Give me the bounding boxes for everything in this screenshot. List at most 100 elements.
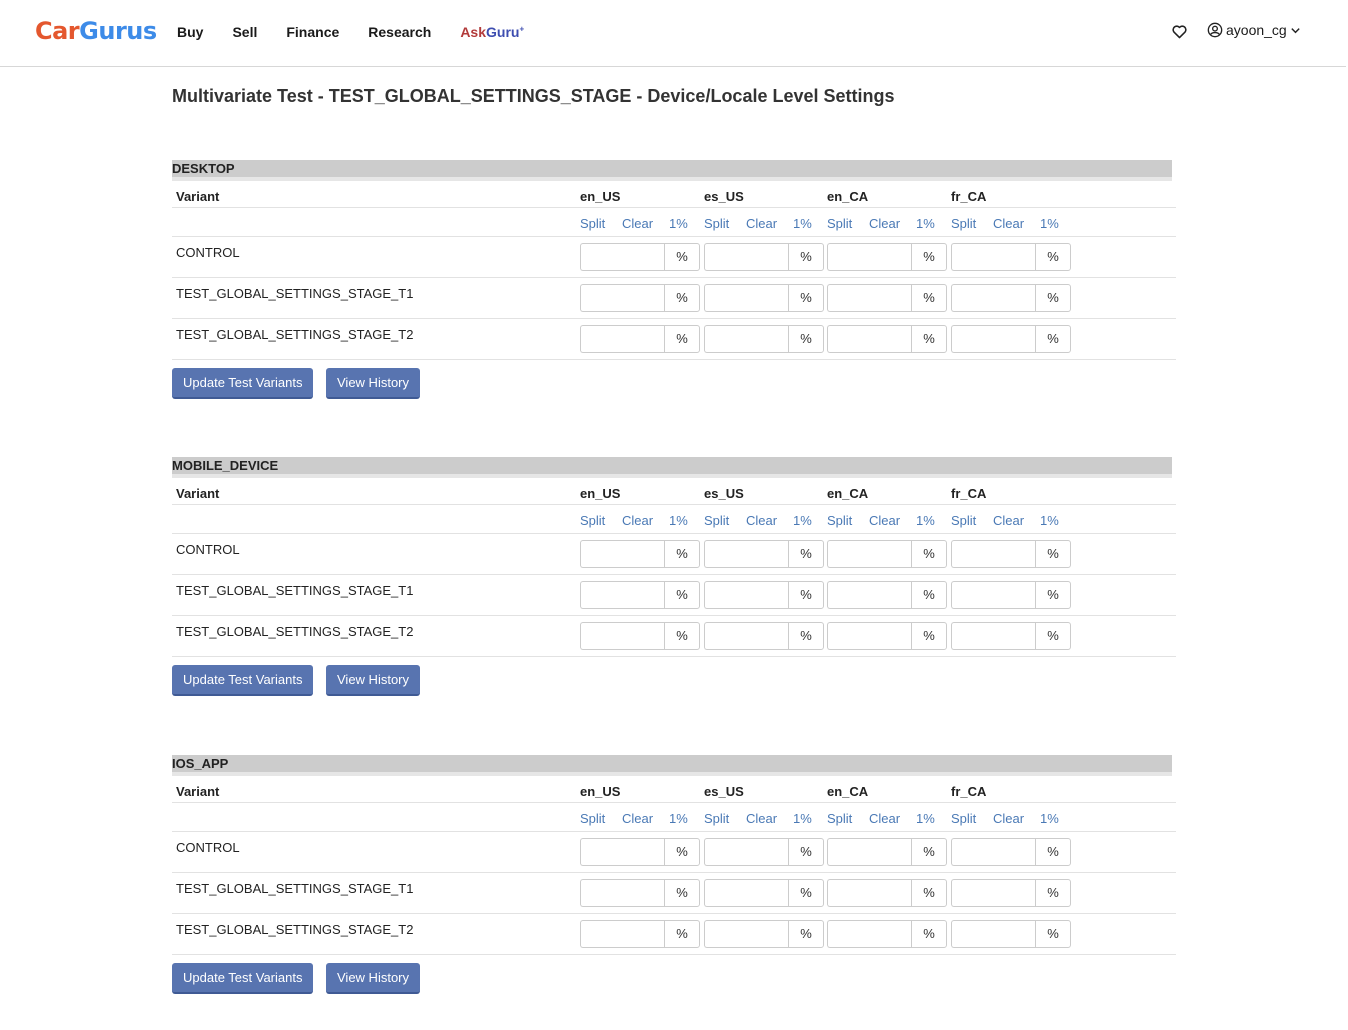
percent-input-es-us[interactable] <box>704 243 788 271</box>
nav-research[interactable]: Research <box>368 24 431 40</box>
nav-ask-guru[interactable]: AskGuru+ <box>460 24 524 40</box>
clear-link-en-us[interactable]: Clear <box>622 513 653 528</box>
one-percent-link-es-us[interactable]: 1% <box>793 513 812 528</box>
nav-finance[interactable]: Finance <box>286 24 339 40</box>
nav-sell[interactable]: Sell <box>232 24 257 40</box>
percent-input-group: % <box>827 581 947 609</box>
split-link-fr-ca[interactable]: Split <box>951 811 976 826</box>
nav-buy[interactable]: Buy <box>177 24 203 40</box>
clear-link-es-us[interactable]: Clear <box>746 513 777 528</box>
one-percent-link-en-us[interactable]: 1% <box>669 216 688 231</box>
percent-addon: % <box>664 838 700 866</box>
percent-input-group: % <box>827 622 947 650</box>
percent-input-en-us[interactable] <box>580 243 664 271</box>
locale-header-en-ca: en_CA <box>827 784 869 799</box>
clear-link-es-us[interactable]: Clear <box>746 811 777 826</box>
percent-input-fr-ca[interactable] <box>951 920 1035 948</box>
update-test-variants-button[interactable]: Update Test Variants <box>172 368 314 399</box>
split-link-es-us[interactable]: Split <box>704 513 729 528</box>
one-percent-link-fr-ca[interactable]: 1% <box>1040 513 1059 528</box>
percent-input-group: % <box>951 284 1071 312</box>
one-percent-link-en-us[interactable]: 1% <box>669 811 688 826</box>
percent-input-en-us[interactable] <box>580 325 664 353</box>
one-percent-link-en-ca[interactable]: 1% <box>916 513 935 528</box>
split-link-en-us[interactable]: Split <box>580 216 605 231</box>
split-link-en-ca[interactable]: Split <box>827 216 852 231</box>
percent-input-es-us[interactable] <box>704 540 788 568</box>
cargurus-logo[interactable]: CarGurus <box>35 17 157 45</box>
clear-link-en-us[interactable]: Clear <box>622 811 653 826</box>
percent-input-en-us[interactable] <box>580 879 664 907</box>
split-link-en-ca[interactable]: Split <box>827 811 852 826</box>
percent-input-es-us[interactable] <box>704 325 788 353</box>
percent-input-es-us[interactable] <box>704 920 788 948</box>
one-percent-link-fr-ca[interactable]: 1% <box>1040 216 1059 231</box>
percent-input-es-us[interactable] <box>704 581 788 609</box>
percent-input-en-ca[interactable] <box>827 622 911 650</box>
heart-icon[interactable] <box>1171 23 1188 40</box>
percent-input-fr-ca[interactable] <box>951 540 1035 568</box>
clear-link-en-ca[interactable]: Clear <box>869 811 900 826</box>
update-test-variants-button[interactable]: Update Test Variants <box>172 963 314 994</box>
clear-link-en-ca[interactable]: Clear <box>869 216 900 231</box>
clear-link-en-us[interactable]: Clear <box>622 216 653 231</box>
percent-input-en-ca[interactable] <box>827 325 911 353</box>
view-history-button[interactable]: View History <box>326 963 421 994</box>
percent-input-en-ca[interactable] <box>827 920 911 948</box>
percent-input-en-us[interactable] <box>580 540 664 568</box>
split-link-en-ca[interactable]: Split <box>827 513 852 528</box>
split-link-es-us[interactable]: Split <box>704 216 729 231</box>
one-percent-link-es-us[interactable]: 1% <box>793 216 812 231</box>
percent-input-en-ca[interactable] <box>827 838 911 866</box>
user-menu[interactable]: ayoon_cg <box>1207 22 1301 38</box>
clear-link-en-ca[interactable]: Clear <box>869 513 900 528</box>
percent-input-en-us[interactable] <box>580 581 664 609</box>
percent-addon: % <box>788 325 824 353</box>
split-link-en-us[interactable]: Split <box>580 513 605 528</box>
percent-input-fr-ca[interactable] <box>951 622 1035 650</box>
variant-name: TEST_GLOBAL_SETTINGS_STAGE_T1 <box>176 286 414 301</box>
table-row: TEST_GLOBAL_SETTINGS_STAGE_T2%%%% <box>172 914 1176 955</box>
percent-input-group: % <box>827 920 947 948</box>
percent-input-fr-ca[interactable] <box>951 838 1035 866</box>
percent-input-en-ca[interactable] <box>827 540 911 568</box>
percent-input-en-ca[interactable] <box>827 581 911 609</box>
clear-link-fr-ca[interactable]: Clear <box>993 513 1024 528</box>
view-history-button[interactable]: View History <box>326 665 421 696</box>
percent-input-es-us[interactable] <box>704 838 788 866</box>
percent-input-en-us[interactable] <box>580 622 664 650</box>
percent-addon: % <box>911 325 947 353</box>
percent-input-fr-ca[interactable] <box>951 325 1035 353</box>
percent-addon: % <box>1035 325 1071 353</box>
clear-link-fr-ca[interactable]: Clear <box>993 216 1024 231</box>
percent-input-es-us[interactable] <box>704 879 788 907</box>
percent-input-es-us[interactable] <box>704 622 788 650</box>
split-link-fr-ca[interactable]: Split <box>951 216 976 231</box>
percent-input-fr-ca[interactable] <box>951 243 1035 271</box>
split-link-en-us[interactable]: Split <box>580 811 605 826</box>
percent-input-en-us[interactable] <box>580 284 664 312</box>
section-actions: Update Test Variants View History <box>172 360 1176 404</box>
percent-input-group: % <box>827 325 947 353</box>
percent-input-fr-ca[interactable] <box>951 581 1035 609</box>
percent-addon: % <box>788 838 824 866</box>
one-percent-link-fr-ca[interactable]: 1% <box>1040 811 1059 826</box>
percent-input-en-ca[interactable] <box>827 284 911 312</box>
percent-input-fr-ca[interactable] <box>951 879 1035 907</box>
one-percent-link-en-us[interactable]: 1% <box>669 513 688 528</box>
one-percent-link-en-ca[interactable]: 1% <box>916 811 935 826</box>
percent-input-es-us[interactable] <box>704 284 788 312</box>
percent-input-en-ca[interactable] <box>827 243 911 271</box>
percent-input-en-ca[interactable] <box>827 879 911 907</box>
clear-link-fr-ca[interactable]: Clear <box>993 811 1024 826</box>
view-history-button[interactable]: View History <box>326 368 421 399</box>
split-link-fr-ca[interactable]: Split <box>951 513 976 528</box>
percent-input-fr-ca[interactable] <box>951 284 1035 312</box>
one-percent-link-es-us[interactable]: 1% <box>793 811 812 826</box>
one-percent-link-en-ca[interactable]: 1% <box>916 216 935 231</box>
split-link-es-us[interactable]: Split <box>704 811 729 826</box>
percent-input-en-us[interactable] <box>580 920 664 948</box>
update-test-variants-button[interactable]: Update Test Variants <box>172 665 314 696</box>
clear-link-es-us[interactable]: Clear <box>746 216 777 231</box>
percent-input-en-us[interactable] <box>580 838 664 866</box>
